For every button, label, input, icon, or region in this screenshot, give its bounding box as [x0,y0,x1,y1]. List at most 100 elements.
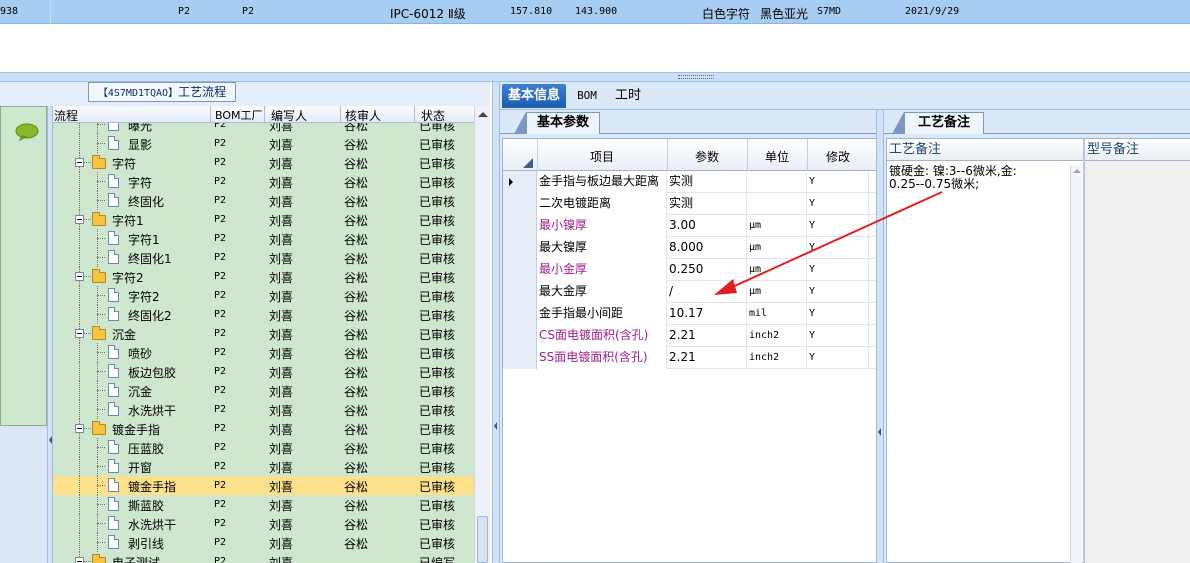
scroll-up-icon[interactable] [1073,169,1081,173]
tree-status: 已审核 [419,347,456,361]
tree-item-row[interactable]: 撕蓝胶 P2 刘喜 谷松 已审核 [53,495,474,514]
tree-item-row[interactable]: 终固化 P2 刘喜 谷松 已审核 [53,191,474,210]
tree-folder-row[interactable]: 字符1 P2 刘喜 谷松 已审核 [53,210,474,229]
tree-step-name: 字符2 [112,271,144,285]
top-data-row[interactable]: 938 P2 P2 IPC-6012 Ⅱ级 157.810 143.900 白色… [0,0,1190,24]
tree-item-row[interactable]: 板边包胶 P2 刘喜 谷松 已审核 [53,362,474,381]
scroll-thumb[interactable] [477,516,488,563]
collapse-minus-icon[interactable] [75,158,84,167]
param-row[interactable]: 最小镍厚 3.00 μm Y [503,215,877,237]
tree-item-row[interactable]: 曝光 P2 刘喜 谷松 已审核 [53,123,474,134]
process-note-textarea[interactable]: 镀硬金: 镍:3--6微米,金: 0.25--0.75微米; [889,165,1067,191]
collapse-minus-icon[interactable] [75,215,84,224]
model-note-textarea[interactable] [1085,161,1190,563]
row-selector[interactable] [503,193,537,215]
param-item: 最大镍厚 [537,237,667,259]
tree-item-row[interactable]: 字符2 P2 刘喜 谷松 已审核 [53,286,474,305]
param-value[interactable]: 实测 [667,171,747,193]
param-row[interactable]: 最小金厚 0.250 μm Y [503,259,877,281]
chat-bubble-icon[interactable] [15,123,39,141]
tree-item-row[interactable]: 水洗烘干 P2 刘喜 谷松 已审核 [53,400,474,419]
params-grid: 项目 参数 单位 修改 金手指与板边最大距离 实测 Y 二次电镀距离 实测 Y 最小镍厚 3.… [502,138,878,563]
param-row[interactable]: 金手指最小间距 10.17 mil Y [503,303,877,325]
param-row[interactable]: SS面电镀面积(含孔) 2.21 inch2 Y [503,347,877,369]
tab-basic-info[interactable]: 基本信息 [502,84,566,108]
tab-basic-params[interactable]: 基本参数 [526,112,600,134]
document-icon [108,478,119,492]
tree-col-reviewer[interactable]: 核审人 [345,107,381,124]
param-value[interactable]: 2.21 [667,325,747,347]
tab-work-hours[interactable]: 工时 [610,84,646,108]
tree-item-row[interactable]: 显影 P2 刘喜 谷松 已审核 [53,134,474,153]
scroll-up-icon[interactable] [478,112,488,117]
row-selector[interactable] [503,281,537,303]
tree-item-row[interactable]: 字符 P2 刘喜 谷松 已审核 [53,172,474,191]
param-row[interactable]: 最大镍厚 8.000 μm Y [503,237,877,259]
center-collapse-divider[interactable] [492,82,500,563]
model-note-header: 型号备注 [1085,139,1190,161]
collapse-arrow-icon[interactable] [494,422,497,430]
col-modify[interactable]: 修改 [807,148,869,165]
collapse-arrow-icon[interactable] [878,428,881,436]
collapse-minus-icon[interactable] [75,424,84,433]
param-value[interactable]: 10.17 [667,303,747,325]
tree-col-bom[interactable]: BOM工厂 [215,107,263,123]
tree-item-row[interactable]: 沉金 P2 刘喜 谷松 已审核 [53,381,474,400]
tree-item-row[interactable]: 终固化2 P2 刘喜 谷松 已审核 [53,305,474,324]
tree-reviewer: 谷松 [344,271,369,285]
row-selector[interactable] [503,347,537,369]
param-value[interactable]: 2.21 [667,347,747,369]
notes-body: 工艺备注 型号备注 镀硬金: 镍:3--6微米,金: 0.25--0.75微米; [886,138,1190,563]
tree-folder-row[interactable]: 字符 P2 刘喜 谷松 已审核 [53,153,474,172]
tab-bom[interactable]: BOM [570,84,604,108]
tree-item-row[interactable]: 终固化1 P2 刘喜 谷松 已审核 [53,248,474,267]
tree-reviewer: 谷松 [344,404,369,418]
tree-item-row[interactable]: 镀金手指 P2 刘喜 谷松 已审核 [53,476,474,495]
row-selector[interactable] [503,303,537,325]
param-item: 最小镍厚 [537,215,667,237]
row-selector[interactable] [503,215,537,237]
tree-item-row[interactable]: 压蓝胶 P2 刘喜 谷松 已审核 [53,438,474,457]
tree-col-flow[interactable]: 流程 [54,107,78,124]
row-selector[interactable] [503,259,537,281]
tree-bom: P2 [214,123,227,130]
folder-icon [92,326,106,340]
note-scrollbar[interactable] [1070,165,1082,563]
tree-item-row[interactable]: 喷砂 P2 刘喜 谷松 已审核 [53,343,474,362]
tab-process-notes[interactable]: 工艺备注 [904,112,984,134]
col-unit[interactable]: 单位 [747,148,807,165]
param-row[interactable]: 最大金厚 / μm Y [503,281,877,303]
collapse-minus-icon[interactable] [75,557,84,563]
param-value[interactable]: / [667,281,747,303]
col-item[interactable]: 项目 [537,148,667,165]
param-row[interactable]: CS面电镀面积(含孔) 2.21 inch2 Y [503,325,877,347]
row-selector[interactable] [503,237,537,259]
tree-folder-row[interactable]: 电子测试 P2 刘喜 已编写 [53,552,474,563]
horizontal-splitter[interactable] [0,72,1190,82]
row-selector[interactable] [503,171,537,193]
collapse-arrow-icon[interactable] [49,436,52,444]
param-value[interactable]: 8.000 [667,237,747,259]
tree-folder-row[interactable]: 镀金手指 P2 刘喜 谷松 已审核 [53,419,474,438]
collapse-minus-icon[interactable] [75,272,84,281]
param-row[interactable]: 二次电镀距离 实测 Y [503,193,877,215]
splitter-grip[interactable] [678,75,714,79]
param-value[interactable]: 实测 [667,193,747,215]
collapse-minus-icon[interactable] [75,329,84,338]
col-value[interactable]: 参数 [667,148,747,165]
tree-item-row[interactable]: 剥引线 P2 刘喜 谷松 已审核 [53,533,474,552]
tree-item-row[interactable]: 开窗 P2 刘喜 谷松 已审核 [53,457,474,476]
right-collapse-divider[interactable] [876,110,884,563]
tree-col-writer[interactable]: 编写人 [271,107,307,124]
tree-col-status[interactable]: 状态 [421,107,445,124]
param-value[interactable]: 3.00 [667,215,747,237]
param-value[interactable]: 0.250 [667,259,747,281]
tree-folder-row[interactable]: 字符2 P2 刘喜 谷松 已审核 [53,267,474,286]
row-selector[interactable] [503,325,537,347]
param-row[interactable]: 金手指与板边最大距离 实测 Y [503,171,877,193]
tree-item-row[interactable]: 水洗烘干 P2 刘喜 谷松 已审核 [53,514,474,533]
tree-bom: P2 [214,176,227,187]
tree-scrollbar[interactable] [474,106,490,563]
tree-folder-row[interactable]: 沉金 P2 刘喜 谷松 已审核 [53,324,474,343]
tree-item-row[interactable]: 字符1 P2 刘喜 谷松 已审核 [53,229,474,248]
